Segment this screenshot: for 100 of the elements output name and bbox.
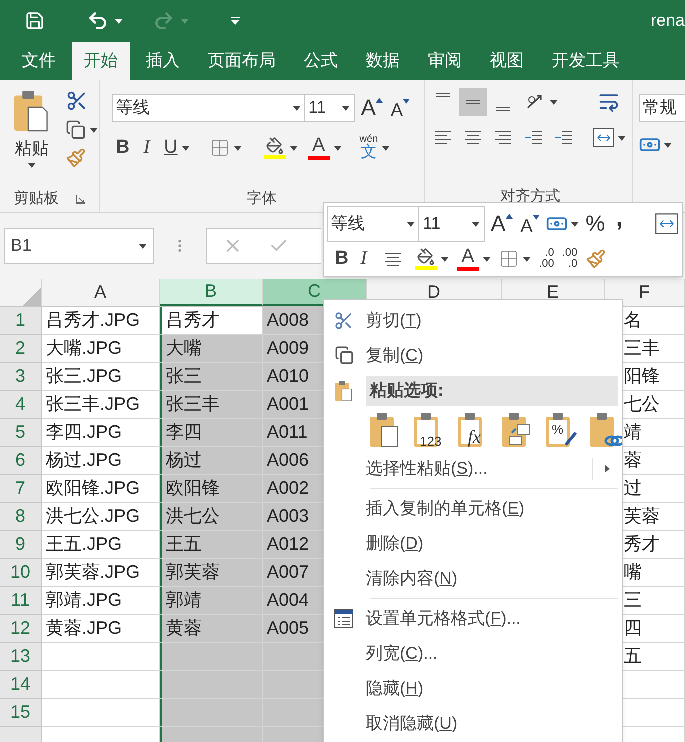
copy-icon [334, 346, 354, 365]
caret-icon[interactable] [664, 142, 672, 148]
caret-icon[interactable] [342, 106, 350, 110]
clipboard-icon[interactable] [334, 378, 354, 402]
grow-font-button[interactable]: A [489, 213, 515, 235]
font-size-field[interactable]: 11 [418, 206, 485, 242]
percent-button[interactable]: % [582, 213, 608, 235]
group-label: 字体 [247, 188, 277, 209]
row-header[interactable]: 2 [0, 335, 42, 363]
phonetic-guide-button[interactable]: wén 文 [360, 135, 378, 162]
group-label: 剪贴板 [14, 188, 59, 209]
caret-icon[interactable] [234, 146, 242, 151]
row-header[interactable]: 11 [0, 587, 42, 615]
caret-icon[interactable] [182, 146, 190, 151]
caret-icon[interactable] [115, 18, 123, 24]
font-color-button[interactable]: A [308, 136, 330, 160]
shrink-font-button[interactable]: A [388, 98, 412, 118]
caret-icon[interactable] [139, 244, 147, 248]
caret-icon[interactable] [441, 256, 450, 262]
row-header[interactable]: 4 [0, 391, 42, 419]
row-header[interactable]: 8 [0, 503, 42, 531]
cut-icon[interactable] [66, 90, 88, 112]
caret-icon[interactable] [382, 146, 390, 151]
table-cell: 大嘴 [160, 335, 263, 363]
ribbon-tab[interactable]: 开始 [72, 42, 130, 80]
undo-icon[interactable] [87, 10, 109, 32]
bold-button[interactable]: B [116, 134, 130, 162]
menu-heading: 粘贴选项: [366, 376, 618, 406]
ribbon-tab[interactable]: 文件 [10, 42, 68, 80]
font-name-field[interactable]: 等线 [327, 206, 419, 242]
ribbon-tab[interactable]: 页面布局 [196, 42, 288, 80]
caret-icon[interactable] [618, 136, 626, 140]
lines-icon [435, 131, 451, 145]
ribbon-tab[interactable]: 数据 [354, 42, 412, 80]
row-header[interactable]: 13 [0, 643, 42, 671]
caret-icon[interactable] [407, 222, 415, 226]
align-middle-button[interactable] [459, 88, 487, 116]
paste-formatting-button[interactable]: % [544, 410, 578, 448]
save-icon[interactable] [25, 11, 45, 31]
customize-icon[interactable] [231, 17, 240, 25]
caret-icon[interactable] [28, 163, 36, 168]
menu-item[interactable]: 取消隐藏(U) [364, 707, 618, 740]
row-header[interactable]: 15 [0, 699, 42, 727]
fill-color-icon[interactable] [264, 137, 286, 160]
bold-button[interactable]: B [335, 245, 349, 274]
shrink-font-button[interactable]: A [518, 214, 542, 234]
number-format-field[interactable]: 常规 [639, 94, 685, 122]
ribbon-tab[interactable]: 审阅 [416, 42, 474, 80]
underline-button[interactable]: U [164, 134, 178, 162]
decrease-decimal-button[interactable]: .00 .0 [562, 248, 578, 270]
row-header[interactable]: 1 [0, 307, 42, 335]
name-box[interactable]: B1 [4, 228, 154, 264]
row-header[interactable]: 14 [0, 671, 42, 699]
caret-icon[interactable] [483, 256, 492, 262]
italic-button[interactable]: I [140, 134, 154, 162]
caret-icon[interactable] [334, 146, 342, 151]
font-size-field[interactable]: 11 [304, 94, 356, 122]
merge-center-icon[interactable] [655, 213, 679, 235]
caret-icon[interactable] [292, 106, 301, 110]
caret-icon[interactable] [290, 146, 298, 151]
table-cell: 大嘴.JPG [42, 335, 160, 363]
lines-icon [524, 131, 542, 145]
group-label: 对齐方式 [500, 187, 560, 207]
lines-icon [554, 131, 572, 145]
menu-item[interactable]: 隐藏(H) [364, 672, 618, 705]
table-cell: 郭芙蓉 [160, 559, 263, 587]
copy-icon[interactable] [66, 120, 86, 140]
caret-icon[interactable] [550, 100, 558, 104]
ribbon-tab[interactable]: 开发工具 [540, 42, 632, 80]
fill-color-icon[interactable] [415, 248, 438, 270]
row-header[interactable]: 10 [0, 559, 42, 587]
paste-button[interactable]: 粘贴 [10, 88, 54, 186]
caret-icon[interactable] [570, 222, 579, 226]
table-cell: 黄蓉 [160, 615, 263, 643]
row-header[interactable]: 3 [0, 363, 42, 391]
dialog-launcher-icon[interactable] [76, 194, 85, 204]
format-painter-icon[interactable] [66, 148, 86, 168]
submenu-arrow-icon[interactable] [605, 464, 610, 472]
caret-icon[interactable] [523, 256, 532, 262]
italic-button[interactable]: I [356, 245, 372, 274]
ribbon-tab[interactable]: 视图 [478, 42, 536, 80]
font-name-field[interactable]: 等线 [112, 94, 305, 122]
row-header[interactable]: 7 [0, 475, 42, 503]
format-painter-icon[interactable] [586, 249, 606, 270]
paste-link-icon[interactable] [588, 410, 622, 448]
caret-icon[interactable] [472, 222, 480, 226]
merge-center-icon[interactable] [593, 128, 615, 148]
ribbon-tab[interactable]: 插入 [134, 42, 192, 80]
ribbon-tab[interactable]: 公式 [292, 42, 350, 80]
caret-icon[interactable] [90, 128, 98, 132]
table-cell: 洪七公.JPG [42, 503, 160, 531]
row-header[interactable]: 5 [0, 419, 42, 447]
row-header[interactable]: 12 [0, 615, 42, 643]
grow-font-button[interactable]: A [359, 97, 385, 119]
increase-decimal-button[interactable]: .0 .00 [539, 248, 554, 270]
row-header[interactable]: 9 [0, 531, 42, 559]
font-color-button[interactable]: A [457, 247, 480, 272]
row-header[interactable]: 6 [0, 447, 42, 475]
comma-style-button[interactable]: , [612, 207, 627, 231]
column-header[interactable]: B [160, 279, 263, 306]
